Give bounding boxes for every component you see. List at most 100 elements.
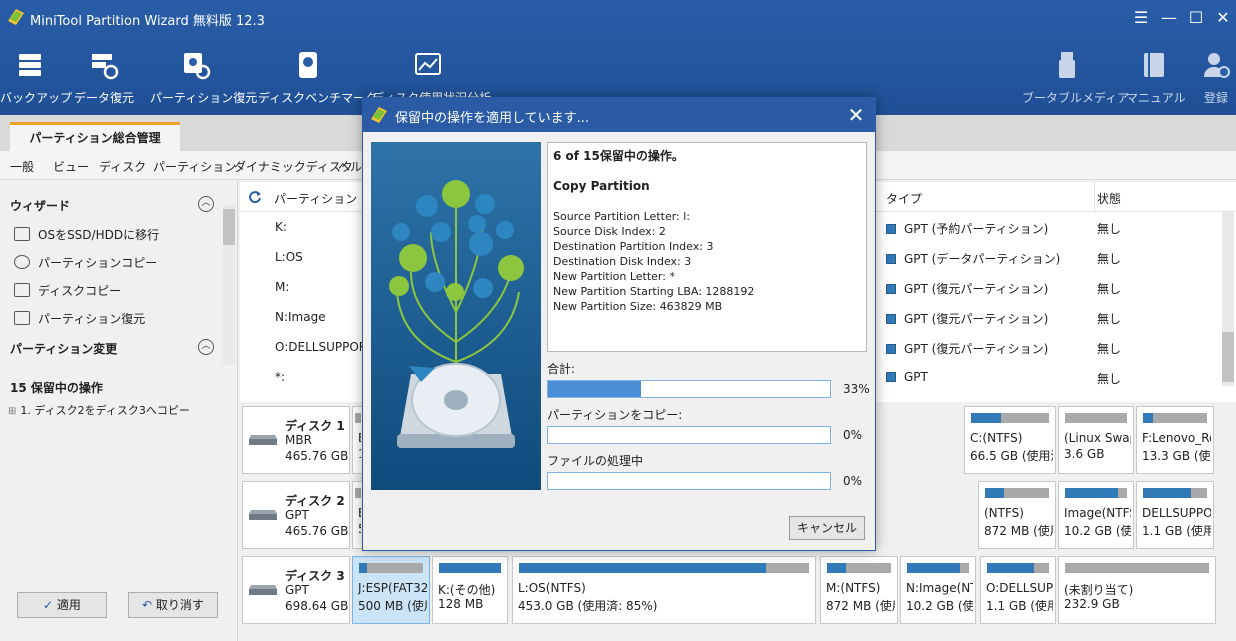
wizard-item-label: パーティションコピー <box>38 256 158 270</box>
table-scrollbar[interactable] <box>1222 212 1234 386</box>
disk-scheme: GPT <box>285 508 309 522</box>
cancel-button[interactable]: キャンセル <box>789 516 865 540</box>
disk-info-box[interactable]: ディスク 2 GPT 465.76 GB <box>242 481 350 549</box>
wizard-item-partition-recovery[interactable]: パーティション復元 <box>14 310 145 327</box>
collapse-change-icon[interactable]: ︿ <box>198 339 214 355</box>
usage-fill <box>907 563 960 573</box>
usage-bar <box>1065 413 1127 423</box>
partition-block[interactable]: J:ESP(FAT32) 500 MB (使用 <box>352 556 430 624</box>
bootable-media-label: ブータブルメディア <box>1022 91 1130 105</box>
cell-status: 無し <box>1097 282 1122 296</box>
disk-scheme: MBR <box>285 433 312 447</box>
partition-size: 13.3 GB (使用 <box>1142 449 1211 463</box>
migrate-os-icon <box>14 227 30 241</box>
info-line: New Partition Letter: * <box>553 270 675 283</box>
backup-button[interactable]: バックアップ <box>0 50 73 112</box>
partition-label: K:(その他) <box>438 583 496 597</box>
type-color-icon <box>886 284 896 294</box>
partition-block[interactable]: N:Image(NTF 10.2 GB (使用 <box>900 556 976 624</box>
partition-label: (Linux Swap) <box>1064 431 1131 445</box>
left-scrollbar[interactable] <box>223 205 235 365</box>
cell-partition: K: <box>275 220 287 234</box>
wizard-item-copy-partition[interactable]: パーティションコピー <box>14 254 157 271</box>
table-scroll-thumb[interactable] <box>1222 332 1234 382</box>
wizard-item-label: OSをSSD/HDDに移行 <box>38 228 160 242</box>
pending-heading: 15 保留中の操作 <box>10 381 103 395</box>
partition-block[interactable]: K:(その他) 128 MB <box>432 556 508 624</box>
pending-item[interactable]: ⊞ 1. ディスク2をディスク3へコピー <box>8 402 190 418</box>
partition-size: 10.2 GB (使用 <box>1064 524 1131 538</box>
undo-button[interactable]: ↶ 取り消す <box>128 592 218 618</box>
col-status-header[interactable]: 状態 <box>1097 190 1121 207</box>
tab-partition-management[interactable]: パーティション総合管理 <box>10 122 180 152</box>
apply-label: 適用 <box>56 598 81 612</box>
type-color-icon <box>886 254 896 264</box>
menu-general[interactable]: 一般 <box>10 158 34 175</box>
partition-label: M:(NTFS) <box>826 581 881 595</box>
cell-type: GPT <box>886 370 928 384</box>
info-line: New Partition Size: 463829 MB <box>553 300 723 313</box>
wizard-item-migrate-os[interactable]: OSをSSD/HDDに移行 <box>14 226 159 243</box>
cell-partition: M: <box>275 280 290 294</box>
expand-icon[interactable]: ⊞ <box>8 406 16 417</box>
cell-type: GPT (予約パーティション) <box>886 220 1048 237</box>
disk-info-box[interactable]: ディスク 3 GPT 698.64 GB <box>242 556 350 624</box>
wizard-item-copy-disk[interactable]: ディスクコピー <box>14 282 121 299</box>
maximize-button[interactable]: ☐ <box>1183 6 1209 30</box>
menu-disk[interactable]: ディスク <box>99 158 146 175</box>
total-progress-bar <box>547 380 831 398</box>
partition-block[interactable]: O:DELLSUPP( 1.1 GB (使用済 <box>980 556 1056 624</box>
usage-bar <box>355 488 361 498</box>
dialog-title: 保留中の操作を適用しています... <box>395 111 590 126</box>
partition-block[interactable]: (未割り当て) 232.9 GB <box>1058 556 1216 624</box>
partition-block[interactable]: DELLSUPPOR 1.1 GB (使用済 <box>1136 481 1214 549</box>
menu-icon[interactable]: ☰ <box>1128 6 1154 30</box>
data-recovery-icon <box>92 54 119 80</box>
partition-block[interactable]: C:(NTFS) 66.5 GB (使用済 <box>964 406 1056 474</box>
partition-recovery-small-icon <box>14 311 30 325</box>
menu-view[interactable]: ビュー <box>53 158 89 175</box>
partition-label: N:Image(NTF <box>906 581 973 595</box>
partition-block[interactable]: (Linux Swap) 3.6 GB <box>1058 406 1134 474</box>
minimize-button[interactable]: — <box>1156 6 1182 30</box>
usage-bar <box>1143 488 1207 498</box>
refresh-icon[interactable] <box>248 190 262 204</box>
data-recovery-button[interactable]: データ復元 <box>72 50 136 112</box>
disk-benchmark-button[interactable]: ディスクベンチマーク <box>258 50 377 112</box>
app-logo-icon <box>371 107 387 123</box>
usage-fill <box>985 488 1005 498</box>
col-type-header[interactable]: タイプ <box>886 190 922 207</box>
usage-bar <box>1065 488 1127 498</box>
col-partition-header[interactable]: パーティション <box>274 190 357 207</box>
partition-label: C:(NTFS) <box>970 431 1023 445</box>
partition-block[interactable]: Image(NTFS) 10.2 GB (使用 <box>1058 481 1134 549</box>
register-button[interactable]: 登録 <box>1196 50 1236 112</box>
partition-label: DELLSUPPOR <box>1142 506 1211 520</box>
left-scroll-thumb[interactable] <box>223 209 235 245</box>
partition-size: 3.6 GB <box>1064 447 1105 461</box>
usb-icon <box>1059 52 1075 78</box>
apply-button[interactable]: ✓ 適用 <box>17 592 107 618</box>
partition-recovery-button[interactable]: パーティション復元 <box>150 50 257 112</box>
menu-partition[interactable]: パーティション <box>153 158 236 175</box>
partition-block[interactable]: L:OS(NTFS) 453.0 GB (使用済: 85%) <box>512 556 816 624</box>
app-title: MiniTool Partition Wizard 無料版 12.3 <box>30 14 265 29</box>
manual-button[interactable]: マニュアル <box>1126 50 1186 112</box>
cell-type: GPT (復元パーティション) <box>886 340 1048 357</box>
dialog-close-button[interactable]: ✕ <box>845 103 867 127</box>
bootable-media-button[interactable]: ブータブルメディア <box>1022 50 1130 112</box>
disk-info-box[interactable]: ディスク 1 MBR 465.76 GB <box>242 406 350 474</box>
copy-progress-bar <box>547 426 831 444</box>
collapse-wizard-icon[interactable]: ︿ <box>198 196 214 212</box>
partition-label: E <box>358 431 361 445</box>
partition-label: (未割り当て) <box>1064 583 1134 597</box>
partition-block[interactable]: (NTFS) 872 MB (使用 <box>978 481 1056 549</box>
partition-block[interactable]: M:(NTFS) 872 MB (使用 <box>820 556 898 624</box>
undo-label: 取り消す <box>155 598 204 612</box>
close-button[interactable]: ✕ <box>1210 6 1236 30</box>
backup-label: バックアップ <box>0 91 73 105</box>
partition-label: J:ESP(FAT32) <box>358 581 427 595</box>
menu-dynamic-disk[interactable]: ダイナミックディスク <box>234 158 353 175</box>
partition-block[interactable]: F:Lenovo_Rec 13.3 GB (使用 <box>1136 406 1214 474</box>
cell-status: 無し <box>1097 252 1122 266</box>
